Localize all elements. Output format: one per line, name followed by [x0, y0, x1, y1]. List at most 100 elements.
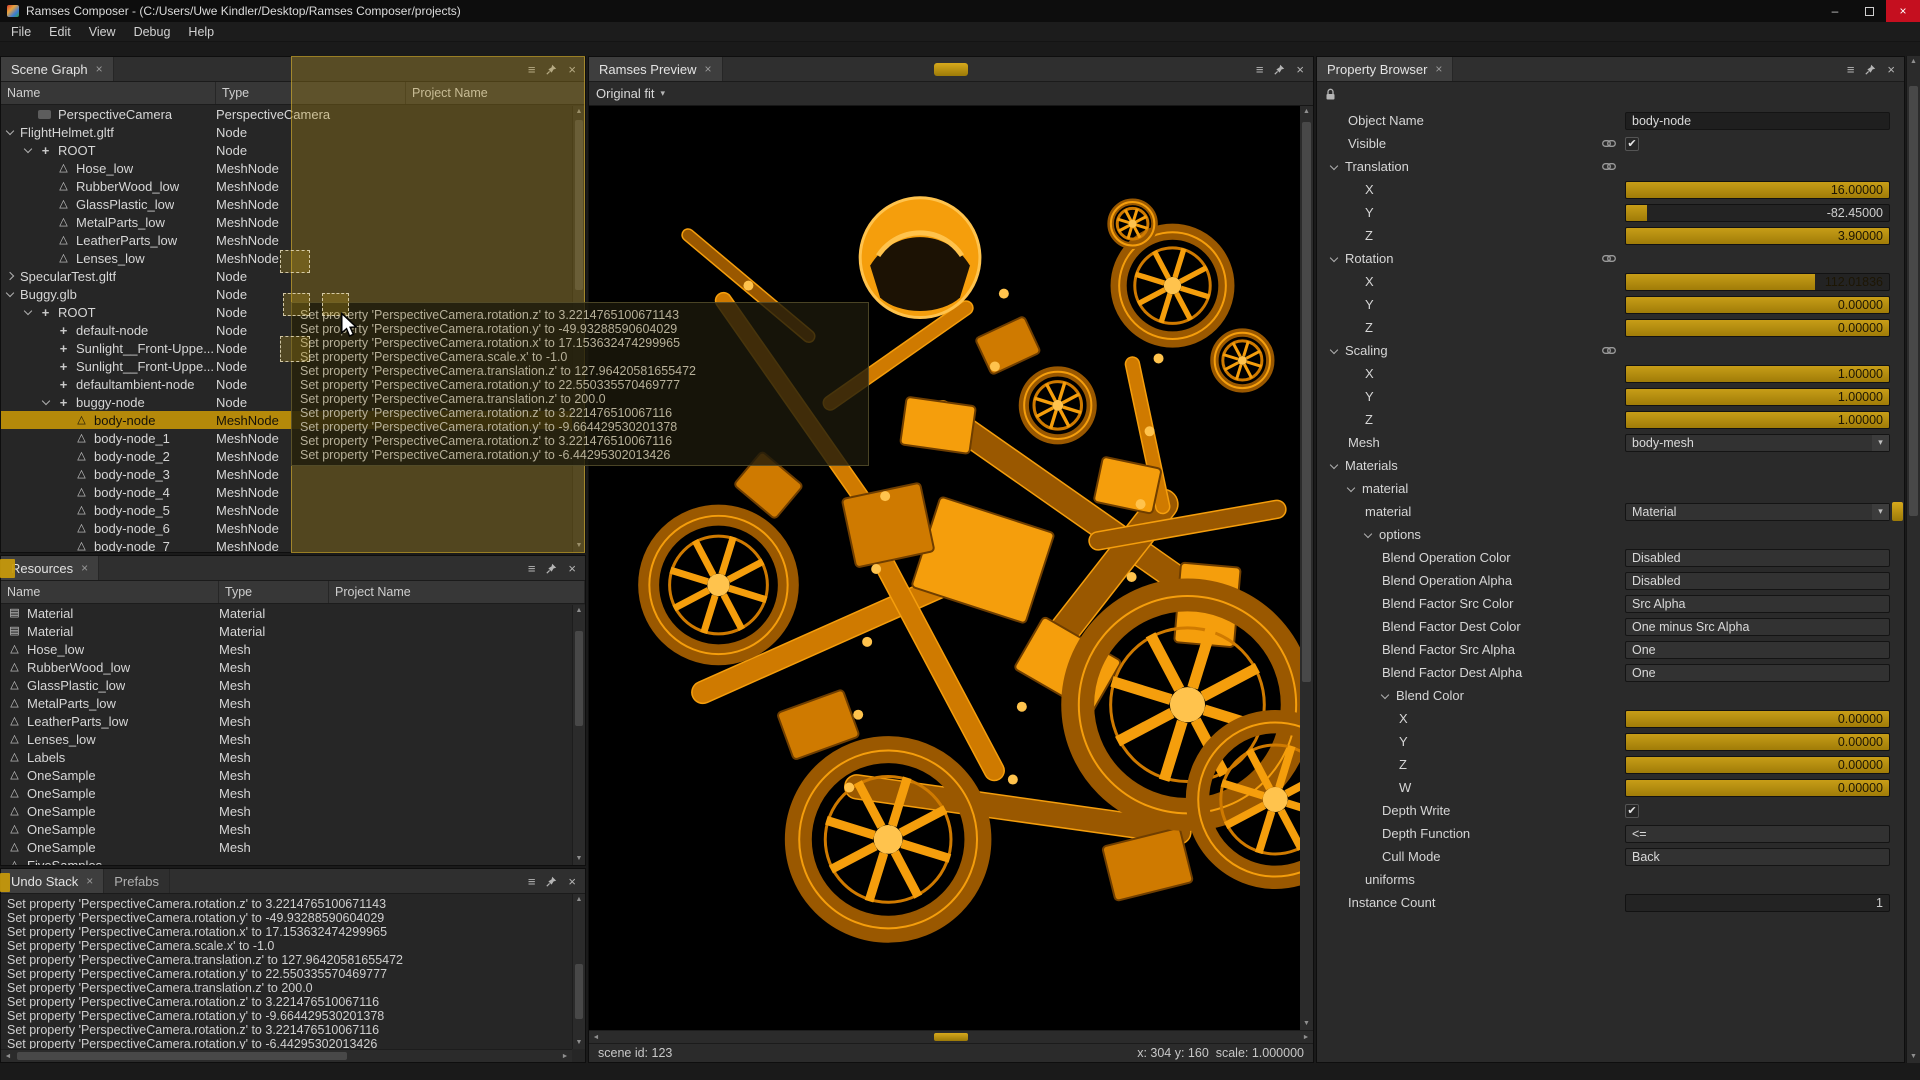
- log-entry[interactable]: Set property 'PerspectiveCamera.rotation…: [7, 911, 585, 925]
- panel-menu-icon[interactable]: ≡: [528, 562, 536, 575]
- tab-close-icon[interactable]: ×: [705, 62, 712, 76]
- pin-icon[interactable]: [1274, 64, 1285, 75]
- scroll-down-icon[interactable]: ▼: [1907, 1051, 1920, 1063]
- text-input[interactable]: body-node: [1625, 112, 1890, 130]
- resource-material[interactable]: ▤MaterialMaterial: [1, 622, 585, 640]
- panel-menu-icon[interactable]: ≡: [528, 875, 536, 888]
- value-field[interactable]: Disabled: [1625, 549, 1890, 567]
- menu-debug[interactable]: Debug: [125, 22, 180, 42]
- resource-lenses-low[interactable]: △Lenses_lowMesh: [1, 730, 585, 748]
- tab-close-icon[interactable]: ×: [96, 62, 103, 76]
- scrollbar-handle[interactable]: [934, 1033, 968, 1041]
- pin-icon[interactable]: [546, 876, 557, 887]
- expander-open-icon[interactable]: [1347, 483, 1355, 491]
- link-icon[interactable]: [1602, 346, 1616, 355]
- scrollbar-handle[interactable]: [575, 631, 583, 726]
- expander-open-icon[interactable]: [6, 289, 14, 297]
- lock-icon[interactable]: [1325, 88, 1336, 101]
- resource-leatherparts-low[interactable]: △LeatherParts_lowMesh: [1, 712, 585, 730]
- log-entry[interactable]: Set property 'PerspectiveCamera.rotation…: [7, 1037, 585, 1049]
- preview-top-scroll-handle[interactable]: [934, 63, 968, 76]
- value-slider[interactable]: 0.00000: [1625, 733, 1890, 751]
- checkbox[interactable]: ✔: [1625, 137, 1639, 151]
- resource-onesample[interactable]: △OneSampleMesh: [1, 802, 585, 820]
- column-header-name[interactable]: Name: [1, 82, 216, 104]
- scroll-right-icon[interactable]: ►: [1299, 1034, 1313, 1041]
- scroll-up-icon[interactable]: ▲: [573, 894, 585, 906]
- panel-close-icon[interactable]: ×: [1887, 63, 1895, 76]
- menu-help[interactable]: Help: [179, 22, 223, 42]
- chevron-down-icon[interactable]: ▾: [661, 88, 666, 99]
- resource-onesample[interactable]: △OneSampleMesh: [1, 766, 585, 784]
- resource-hose-low[interactable]: △Hose_lowMesh: [1, 640, 585, 658]
- value-slider[interactable]: 1.00000: [1625, 388, 1890, 406]
- scroll-down-icon[interactable]: ▼: [573, 853, 585, 865]
- value-slider[interactable]: 0.00000: [1625, 319, 1890, 337]
- expander-closed-icon[interactable]: [6, 272, 14, 280]
- 3d-viewport[interactable]: [589, 106, 1300, 1030]
- value-slider[interactable]: -82.45000: [1625, 204, 1890, 222]
- scrollbar-handle[interactable]: [1909, 86, 1918, 516]
- column-header-project-name[interactable]: Project Name: [329, 581, 585, 603]
- value-slider[interactable]: 1.00000: [1625, 411, 1890, 429]
- tab-ramses-preview[interactable]: Ramses Preview ×: [589, 57, 723, 81]
- scroll-down-icon[interactable]: ▼: [573, 1037, 585, 1049]
- value-slider[interactable]: 0.00000: [1625, 710, 1890, 728]
- tab-scene-graph[interactable]: Scene Graph ×: [1, 57, 114, 81]
- expander-open-icon[interactable]: [1330, 161, 1338, 169]
- tab-close-icon[interactable]: ×: [86, 874, 93, 888]
- tab-close-icon[interactable]: ×: [81, 561, 88, 575]
- scroll-left-icon[interactable]: ◄: [1, 1053, 15, 1060]
- expander-open-icon[interactable]: [1330, 460, 1338, 468]
- value-slider[interactable]: 112.01836: [1625, 273, 1890, 291]
- value-slider[interactable]: 1.00000: [1625, 365, 1890, 383]
- panel-menu-icon[interactable]: ≡: [1847, 63, 1855, 76]
- log-entry[interactable]: Set property 'PerspectiveCamera.rotation…: [7, 1023, 585, 1037]
- column-header-name[interactable]: Name: [1, 581, 219, 603]
- scroll-up-icon[interactable]: ▲: [1907, 56, 1920, 68]
- scroll-up-icon[interactable]: ▲: [1300, 106, 1313, 118]
- value-field[interactable]: Src Alpha: [1625, 595, 1890, 613]
- scrollbar-handle[interactable]: [1302, 122, 1311, 682]
- scrollbar-handle[interactable]: [17, 1052, 347, 1060]
- panel-close-icon[interactable]: ×: [568, 562, 576, 575]
- value-slider[interactable]: 0.00000: [1625, 756, 1890, 774]
- resource-material[interactable]: ▤MaterialMaterial: [1, 604, 585, 622]
- menu-view[interactable]: View: [80, 22, 125, 42]
- pin-icon[interactable]: [1865, 64, 1876, 75]
- close-button[interactable]: ×: [1886, 0, 1920, 22]
- tab-resources[interactable]: Resources ×: [1, 556, 99, 580]
- resource-rubberwood-low[interactable]: △RubberWood_lowMesh: [1, 658, 585, 676]
- resource-fivesamples[interactable]: △FiveSamples: [1, 856, 585, 865]
- value-slider[interactable]: 3.90000: [1625, 227, 1890, 245]
- link-icon[interactable]: [1602, 162, 1616, 171]
- value-slider[interactable]: 0.00000: [1625, 779, 1890, 797]
- value-field[interactable]: One minus Src Alpha: [1625, 618, 1890, 636]
- scroll-right-icon[interactable]: ►: [558, 1053, 572, 1060]
- log-entry[interactable]: Set property 'PerspectiveCamera.translat…: [7, 953, 585, 967]
- expander-open-icon[interactable]: [1330, 345, 1338, 353]
- fit-mode-select[interactable]: Original fit: [596, 86, 655, 101]
- expander-open-icon[interactable]: [1330, 253, 1338, 261]
- resource-labels[interactable]: △LabelsMesh: [1, 748, 585, 766]
- scroll-up-icon[interactable]: ▲: [573, 605, 585, 617]
- expander-open-icon[interactable]: [1381, 690, 1389, 698]
- menu-edit[interactable]: Edit: [40, 22, 80, 42]
- panel-menu-icon[interactable]: ≡: [1256, 63, 1264, 76]
- panel-close-icon[interactable]: ×: [1296, 63, 1304, 76]
- log-entry[interactable]: Set property 'PerspectiveCamera.rotation…: [7, 1009, 585, 1023]
- resource-onesample[interactable]: △OneSampleMesh: [1, 784, 585, 802]
- link-icon[interactable]: [1602, 254, 1616, 263]
- value-slider[interactable]: 0.00000: [1625, 296, 1890, 314]
- log-entry[interactable]: Set property 'PerspectiveCamera.rotation…: [7, 995, 585, 1009]
- expander-open-icon[interactable]: [24, 307, 32, 315]
- resource-glassplastic-low[interactable]: △GlassPlastic_lowMesh: [1, 676, 585, 694]
- tab-prefabs[interactable]: Prefabs: [104, 869, 170, 893]
- value-field[interactable]: One: [1625, 664, 1890, 682]
- value-slider[interactable]: 16.00000: [1625, 181, 1890, 199]
- log-entry[interactable]: Set property 'PerspectiveCamera.rotation…: [7, 967, 585, 981]
- expander-open-icon[interactable]: [24, 145, 32, 153]
- value-field[interactable]: Back: [1625, 848, 1890, 866]
- scrollbar-handle[interactable]: [575, 964, 583, 1019]
- checkbox[interactable]: ✔: [1625, 804, 1639, 818]
